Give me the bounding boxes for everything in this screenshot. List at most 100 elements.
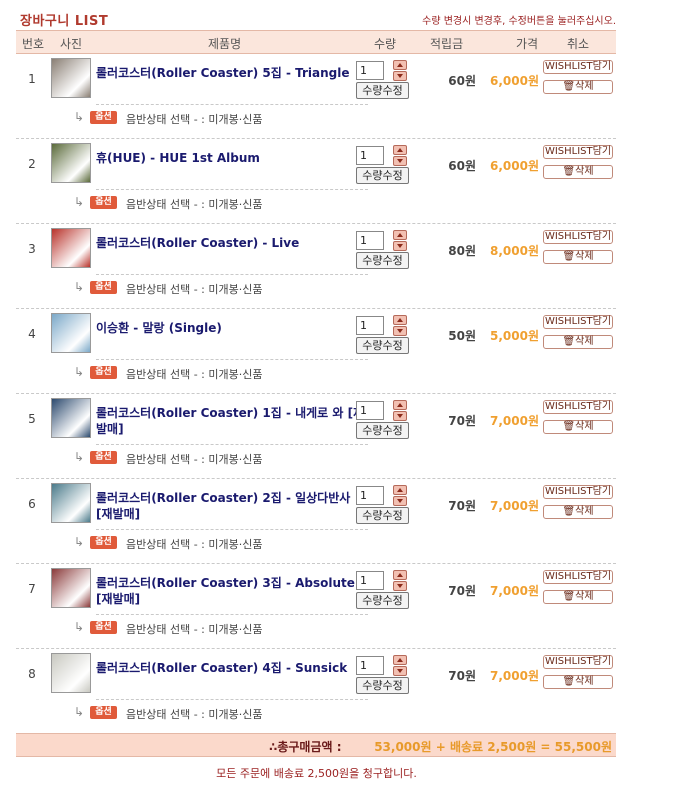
delete-button[interactable]: 🗑삭제 (543, 505, 613, 519)
total-label: ∴총구매금액 : (269, 740, 342, 754)
product-name-link[interactable]: 롤러코스터(Roller Coaster) 3집 - Absolute [재발매… (96, 575, 368, 607)
product-name-link[interactable]: 롤러코스터(Roller Coaster) - Live (96, 235, 368, 251)
qty-up-arrow-icon[interactable] (393, 400, 407, 410)
qty-change-notice: 수량 변경시 변경후, 수정버튼을 눌러주십시오. (422, 16, 616, 27)
update-qty-button[interactable]: 수량수정 (356, 592, 409, 609)
return-arrow-icon: ↳ (74, 195, 85, 209)
qty-up-arrow-icon[interactable] (393, 315, 407, 325)
qty-up-arrow-icon[interactable] (393, 570, 407, 580)
option-badge: 옵션 (90, 111, 117, 124)
update-qty-button[interactable]: 수량수정 (356, 252, 409, 269)
total-value: 53,000원 + 배송료 2,500원 = 55,500원 (374, 740, 612, 754)
table-row: 7 롤러코스터(Roller Coaster) 3집 - Absolute [재… (16, 564, 616, 649)
delete-button[interactable]: 🗑삭제 (543, 335, 613, 349)
header-points: 적립금 (430, 37, 464, 51)
price-value: 7,000원 (490, 414, 539, 428)
row-divider (96, 699, 368, 700)
cart-item-list: 1 롤러코스터(Roller Coaster) 5집 - Triangle 1 … (16, 54, 616, 734)
quantity-input[interactable]: 1 (356, 61, 384, 80)
delete-button[interactable]: 🗑삭제 (543, 250, 613, 264)
qty-down-arrow-icon[interactable] (393, 496, 407, 506)
wishlist-button[interactable]: WISHLIST담기 (543, 655, 613, 669)
total-bar: ∴총구매금액 : 53,000원 + 배송료 2,500원 = 55,500원 (16, 733, 616, 757)
product-name-link[interactable]: 롤러코스터(Roller Coaster) 1집 - 내게로 와 [재발매] (96, 405, 368, 437)
update-qty-button[interactable]: 수량수정 (356, 167, 409, 184)
cart-title-bar: 장바구니 LIST 수량 변경시 변경후, 수정버튼을 눌러주십시오. (16, 6, 616, 30)
delete-button[interactable]: 🗑삭제 (543, 590, 613, 604)
return-arrow-icon: ↳ (74, 705, 85, 719)
option-badge: 옵션 (90, 706, 117, 719)
delete-button[interactable]: 🗑삭제 (543, 80, 613, 94)
qty-down-arrow-icon[interactable] (393, 71, 407, 81)
quantity-input[interactable]: 1 (356, 486, 384, 505)
quantity-input[interactable]: 1 (356, 146, 384, 165)
wishlist-button[interactable]: WISHLIST담기 (543, 60, 613, 74)
qty-up-arrow-icon[interactable] (393, 485, 407, 495)
qty-up-arrow-icon[interactable] (393, 655, 407, 665)
points-value: 70원 (448, 584, 476, 598)
qty-down-arrow-icon[interactable] (393, 411, 407, 421)
product-name-link[interactable]: 롤러코스터(Roller Coaster) 5집 - Triangle (96, 65, 368, 81)
points-value: 70원 (448, 499, 476, 513)
delete-label: 삭제 (575, 506, 594, 517)
product-name-link[interactable]: 이승환 - 말랑 (Single) (96, 320, 368, 336)
qty-down-arrow-icon[interactable] (393, 156, 407, 166)
album-thumbnail[interactable] (51, 58, 91, 98)
row-divider (96, 359, 368, 360)
product-name-link[interactable]: 롤러코스터(Roller Coaster) 2집 - 일상다반사 [재발매] (96, 490, 368, 522)
update-qty-button[interactable]: 수량수정 (356, 507, 409, 524)
wishlist-button[interactable]: WISHLIST담기 (543, 400, 613, 414)
qty-up-arrow-icon[interactable] (393, 60, 407, 70)
delete-button[interactable]: 🗑삭제 (543, 420, 613, 434)
quantity-input[interactable]: 1 (356, 231, 384, 250)
qty-up-arrow-icon[interactable] (393, 145, 407, 155)
points-value: 60원 (448, 159, 476, 173)
wishlist-button[interactable]: WISHLIST담기 (543, 315, 613, 329)
qty-down-arrow-icon[interactable] (393, 241, 407, 251)
album-thumbnail[interactable] (51, 568, 91, 608)
quantity-input[interactable]: 1 (356, 401, 384, 420)
delete-button[interactable]: 🗑삭제 (543, 675, 613, 689)
wishlist-button[interactable]: WISHLIST담기 (543, 570, 613, 584)
price-value: 6,000원 (490, 74, 539, 88)
album-thumbnail[interactable] (51, 228, 91, 268)
row-number: 2 (28, 157, 36, 171)
row-number: 5 (28, 412, 36, 426)
points-value: 70원 (448, 414, 476, 428)
product-name-link[interactable]: 휴(HUE) - HUE 1st Album (96, 150, 368, 166)
update-qty-button[interactable]: 수량수정 (356, 422, 409, 439)
update-qty-button[interactable]: 수량수정 (356, 677, 409, 694)
qty-down-arrow-icon[interactable] (393, 581, 407, 591)
delete-label: 삭제 (575, 251, 594, 262)
quantity-input[interactable]: 1 (356, 571, 384, 590)
update-qty-button[interactable]: 수량수정 (356, 337, 409, 354)
album-thumbnail[interactable] (51, 483, 91, 523)
table-row: 2 휴(HUE) - HUE 1st Album 1 수량수정 60원 6,00… (16, 139, 616, 224)
update-qty-button[interactable]: 수량수정 (356, 82, 409, 99)
table-row: 5 롤러코스터(Roller Coaster) 1집 - 내게로 와 [재발매]… (16, 394, 616, 479)
header-cancel: 취소 (567, 37, 590, 51)
delete-button[interactable]: 🗑삭제 (543, 165, 613, 179)
album-thumbnail[interactable] (51, 143, 91, 183)
wishlist-button[interactable]: WISHLIST담기 (543, 145, 613, 159)
album-thumbnail[interactable] (51, 313, 91, 353)
wishlist-button[interactable]: WISHLIST담기 (543, 485, 613, 499)
return-arrow-icon: ↳ (74, 535, 85, 549)
wishlist-button[interactable]: WISHLIST담기 (543, 230, 613, 244)
product-name-link[interactable]: 롤러코스터(Roller Coaster) 4집 - Sunsick (96, 660, 368, 676)
qty-down-arrow-icon[interactable] (393, 666, 407, 676)
option-badge: 옵션 (90, 196, 117, 209)
row-number: 1 (28, 72, 36, 86)
album-thumbnail[interactable] (51, 653, 91, 693)
table-row: 8 롤러코스터(Roller Coaster) 4집 - Sunsick 1 수… (16, 649, 616, 734)
qty-down-arrow-icon[interactable] (393, 326, 407, 336)
return-arrow-icon: ↳ (74, 110, 85, 124)
return-arrow-icon: ↳ (74, 450, 85, 464)
quantity-input[interactable]: 1 (356, 656, 384, 675)
row-divider (96, 104, 368, 105)
qty-up-arrow-icon[interactable] (393, 230, 407, 240)
quantity-input[interactable]: 1 (356, 316, 384, 335)
option-text: 음반상태 선택 - : 미개봉·신품 (126, 623, 263, 636)
album-thumbnail[interactable] (51, 398, 91, 438)
table-header: 번호 사진 제품명 수량 적립금 가격 취소 (16, 30, 616, 54)
